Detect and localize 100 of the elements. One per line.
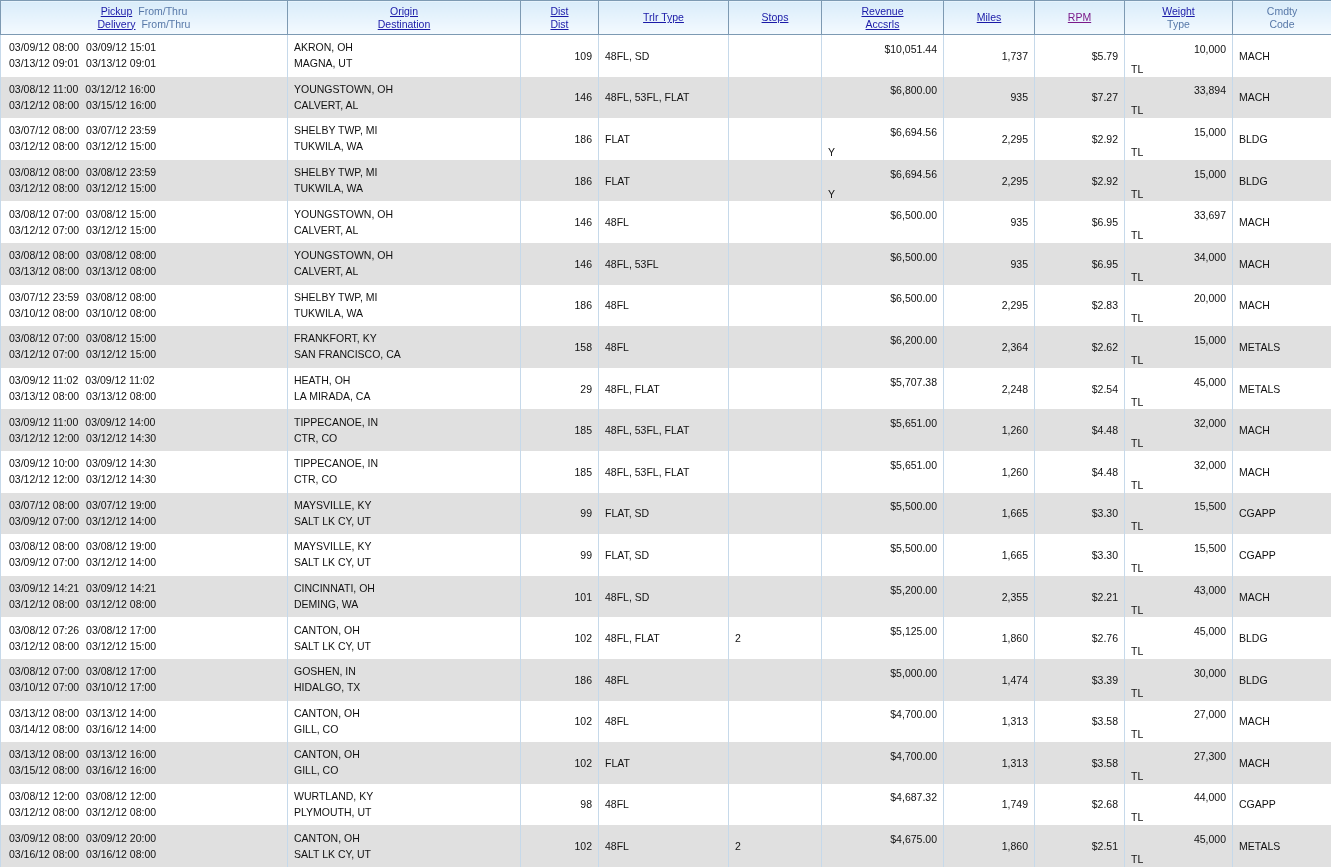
revenue-text: $6,694.56 [890, 167, 937, 181]
table-cell: 1,260 [943, 409, 1035, 451]
date-time-text: 03/12/12 08:00 [9, 598, 80, 611]
weight-text: 32,000 [1193, 458, 1226, 472]
table-cell: BLDG [1232, 118, 1331, 160]
date-time-text: 03/09/12 11:02 [9, 374, 79, 388]
column-header-text: Cmdty [1266, 4, 1298, 17]
destination-text: CALVERT, AL [294, 98, 360, 112]
revenue-text: $5,125.00 [890, 625, 937, 639]
weight-text: 30,000 [1193, 666, 1226, 680]
accessorials-text: Y [828, 146, 835, 159]
table-cell: 1,313 [943, 742, 1035, 784]
date-time-text: 03/09/12 07:00 [9, 514, 80, 528]
column-sort-link[interactable]: Weight [1162, 4, 1195, 17]
column-sort-link[interactable]: Dist [550, 4, 569, 17]
date-time-text: 03/08/12 12:00 [9, 790, 80, 803]
date-time-text: 03/09/12 08:00 [9, 831, 80, 845]
date-time-text: 03/08/12 07:00 [9, 332, 80, 346]
date-time-text: 03/08/12 08:00 [86, 290, 157, 304]
column-sort-link[interactable]: Pickup [100, 4, 133, 17]
revenue-text: $5,651.00 [890, 458, 937, 472]
table-cell: 186 [520, 118, 599, 160]
table-cell: 48FL, 53FL [598, 242, 729, 285]
stops-text: 2 [735, 632, 741, 645]
origin-text: SHELBY TWP, MI [294, 290, 379, 304]
date-time-text: 03/12/12 14:30 [86, 473, 157, 487]
revenue-text: $5,500.00 [890, 500, 937, 514]
load-type-text: TL [1131, 312, 1144, 326]
table-cell: MACH [1232, 409, 1331, 451]
date-time-text: 03/09/12 10:00 [9, 457, 80, 471]
date-time-text: 03/10/12 08:00 [86, 306, 157, 320]
origin-text: MAYSVILLE, KY [294, 498, 373, 512]
column-sort-link[interactable]: Accsrls [865, 17, 900, 30]
origin-text: WURTLAND, KY [294, 790, 375, 803]
table-cell: MACH [1232, 242, 1331, 285]
table-cell: CGAPP [1232, 534, 1331, 576]
table-cell: 935 [943, 201, 1035, 243]
origin-text: YOUNGSTOWN, OH [294, 82, 394, 96]
table-cell: FLAT, SD [598, 534, 729, 576]
column-sort-link[interactable]: Delivery [97, 17, 136, 30]
date-time-text: 03/09/12 14:21 [9, 582, 80, 595]
table-cell: BLDG [1232, 159, 1331, 202]
weight-text: 33,894 [1193, 84, 1226, 98]
origin-text: YOUNGSTOWN, OH [294, 207, 394, 221]
column-sort-link[interactable]: Miles [976, 11, 1002, 23]
date-time-text: 03/10/12 08:00 [9, 306, 80, 320]
column-sort-link[interactable]: Revenue [861, 4, 904, 17]
date-time-text: 03/07/12 19:00 [86, 498, 157, 512]
table-cell: 146 [520, 201, 599, 243]
load-type-text: TL [1131, 561, 1144, 575]
column-header-text: From/Thru [138, 4, 188, 17]
origin-text: CANTON, OH [294, 831, 361, 845]
origin-text: GOSHEN, IN [294, 665, 357, 679]
column-sort-link[interactable]: Destination [377, 17, 431, 30]
date-time-text: 03/08/12 08:00 [9, 249, 80, 263]
date-time-text: 03/09/12 14:21 [86, 582, 157, 595]
table-cell: BLDG [1232, 617, 1331, 659]
column-sort-link[interactable]: RPM [1067, 11, 1092, 23]
date-time-text: 03/12/12 08:00 [9, 806, 80, 819]
date-time-text: 03/09/12 20:00 [86, 831, 157, 845]
table-cell: 102 [520, 825, 599, 867]
revenue-text: $10,051.44 [884, 42, 937, 56]
origin-text: HEATH, OH [294, 374, 352, 388]
column-sort-link[interactable]: Origin [390, 4, 418, 17]
column-sort-link[interactable]: Trlr Type [643, 11, 684, 23]
revenue-text: $6,500.00 [890, 250, 937, 264]
origin-text: AKRON, OH [294, 41, 354, 55]
column-sort-link[interactable]: Stops [761, 11, 789, 23]
destination-text: CTR, CO [294, 473, 339, 487]
load-type-text: TL [1131, 270, 1144, 284]
destination-text: MAGNA, UT [294, 57, 354, 71]
table-cell: $3.30 [1034, 492, 1125, 535]
table-cell: 146 [520, 76, 599, 119]
weight-text: 27,300 [1193, 749, 1226, 763]
weight-text: 45,000 [1193, 625, 1226, 639]
destination-text: CALVERT, AL [294, 223, 360, 237]
date-time-text: 03/12/12 15:00 [86, 223, 157, 237]
date-time-text: 03/09/12 15:01 [86, 41, 157, 55]
table-cell: 48FL, FLAT [598, 617, 729, 659]
column-sort-link[interactable]: Dist [550, 17, 569, 30]
table-cell: 1,474 [943, 658, 1035, 701]
origin-text: TIPPECANOE, IN [294, 415, 379, 429]
date-time-text: 03/12/12 14:30 [86, 431, 157, 445]
date-time-text: 03/15/12 08:00 [9, 764, 80, 778]
table-cell: MACH [1232, 450, 1331, 493]
table-cell: $2.92 [1034, 118, 1125, 160]
load-type-text: TL [1131, 645, 1144, 659]
revenue-text: $6,694.56 [890, 126, 937, 139]
table-cell: CGAPP [1232, 492, 1331, 535]
date-time-text: 03/09/12 11:00 [9, 415, 79, 429]
table-cell: $7.27 [1034, 76, 1125, 119]
table-cell: 48FL, 53FL, FLAT [598, 409, 729, 451]
load-type-text: TL [1131, 62, 1144, 76]
date-time-text: 03/12/12 07:00 [9, 348, 80, 362]
date-time-text: 03/12/12 12:00 [9, 431, 80, 445]
date-time-text: 03/12/12 07:00 [9, 223, 80, 237]
date-time-text: 03/09/12 11:02 [85, 374, 155, 388]
destination-text: SALT LK CY, UT [294, 556, 373, 570]
load-type-text: TL [1131, 853, 1144, 867]
table-cell: 99 [520, 492, 599, 535]
